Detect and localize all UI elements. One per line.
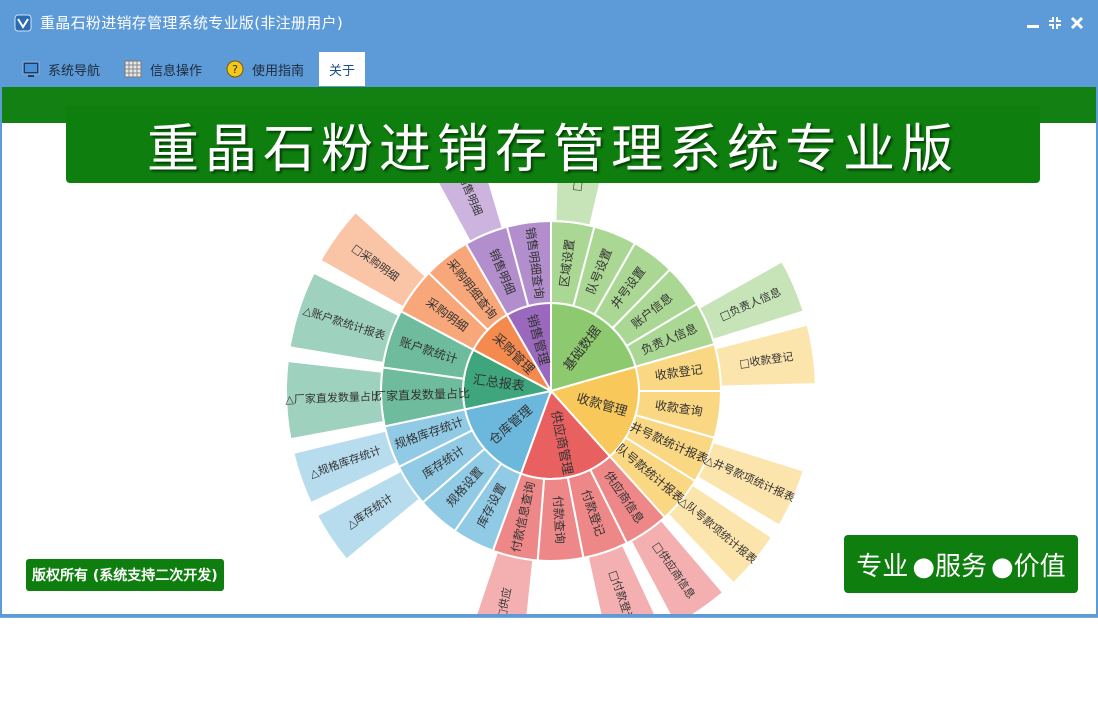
menu-item-label: 关于: [329, 63, 356, 79]
restore-icon[interactable]: [1046, 14, 1064, 32]
menu-item-label: 信息操作: [150, 63, 203, 79]
app-logo-icon: [14, 14, 32, 32]
banner-title: 重晶石粉进销存管理系统专业版: [146, 119, 959, 180]
app-window: 重晶石粉进销存管理系统专业版(非注册用户) 系统导航 信息操作 ? 使用指南 关…: [0, 0, 1098, 618]
help-icon: ?: [226, 60, 244, 78]
slogan-item: ●服务: [912, 551, 987, 582]
slogan-item: ●价值: [991, 551, 1066, 582]
tab-about[interactable]: 关于: [319, 52, 366, 86]
title-bar: 重晶石粉进销存管理系统专业版(非注册用户): [0, 0, 1098, 46]
banner: 重晶石粉进销存管理系统专业版: [66, 105, 1040, 183]
menu-item-system-nav[interactable]: 系统导航: [22, 52, 100, 86]
minimize-icon[interactable]: [1024, 14, 1042, 32]
menu-item-label: 使用指南: [252, 63, 305, 79]
menu-bar: 系统导航 信息操作 ? 使用指南 关于: [0, 50, 1098, 86]
menu-item-info-ops[interactable]: 信息操作: [124, 52, 202, 86]
sunburst-item-label: 付款查询: [550, 495, 567, 544]
svg-text:?: ?: [232, 63, 238, 76]
slogan-item: 专业: [856, 551, 909, 582]
menu-item-guide[interactable]: ? 使用指南: [226, 52, 304, 86]
close-icon[interactable]: [1068, 14, 1086, 32]
window-title: 重晶石粉进销存管理系统专业版(非注册用户): [40, 14, 344, 32]
main-content: □区域区域设置队号设置井号设置账户信息□负责人信息负责人信息基础数据□收款登记收…: [2, 87, 1096, 614]
slogan-badge: 专业 ●服务 ●价值: [844, 535, 1078, 593]
monitor-icon: [22, 61, 40, 77]
menu-item-label: 系统导航: [48, 63, 101, 79]
grid-icon: [124, 60, 142, 78]
copyright-badge: 版权所有 (系统支持二次开发): [26, 559, 224, 591]
